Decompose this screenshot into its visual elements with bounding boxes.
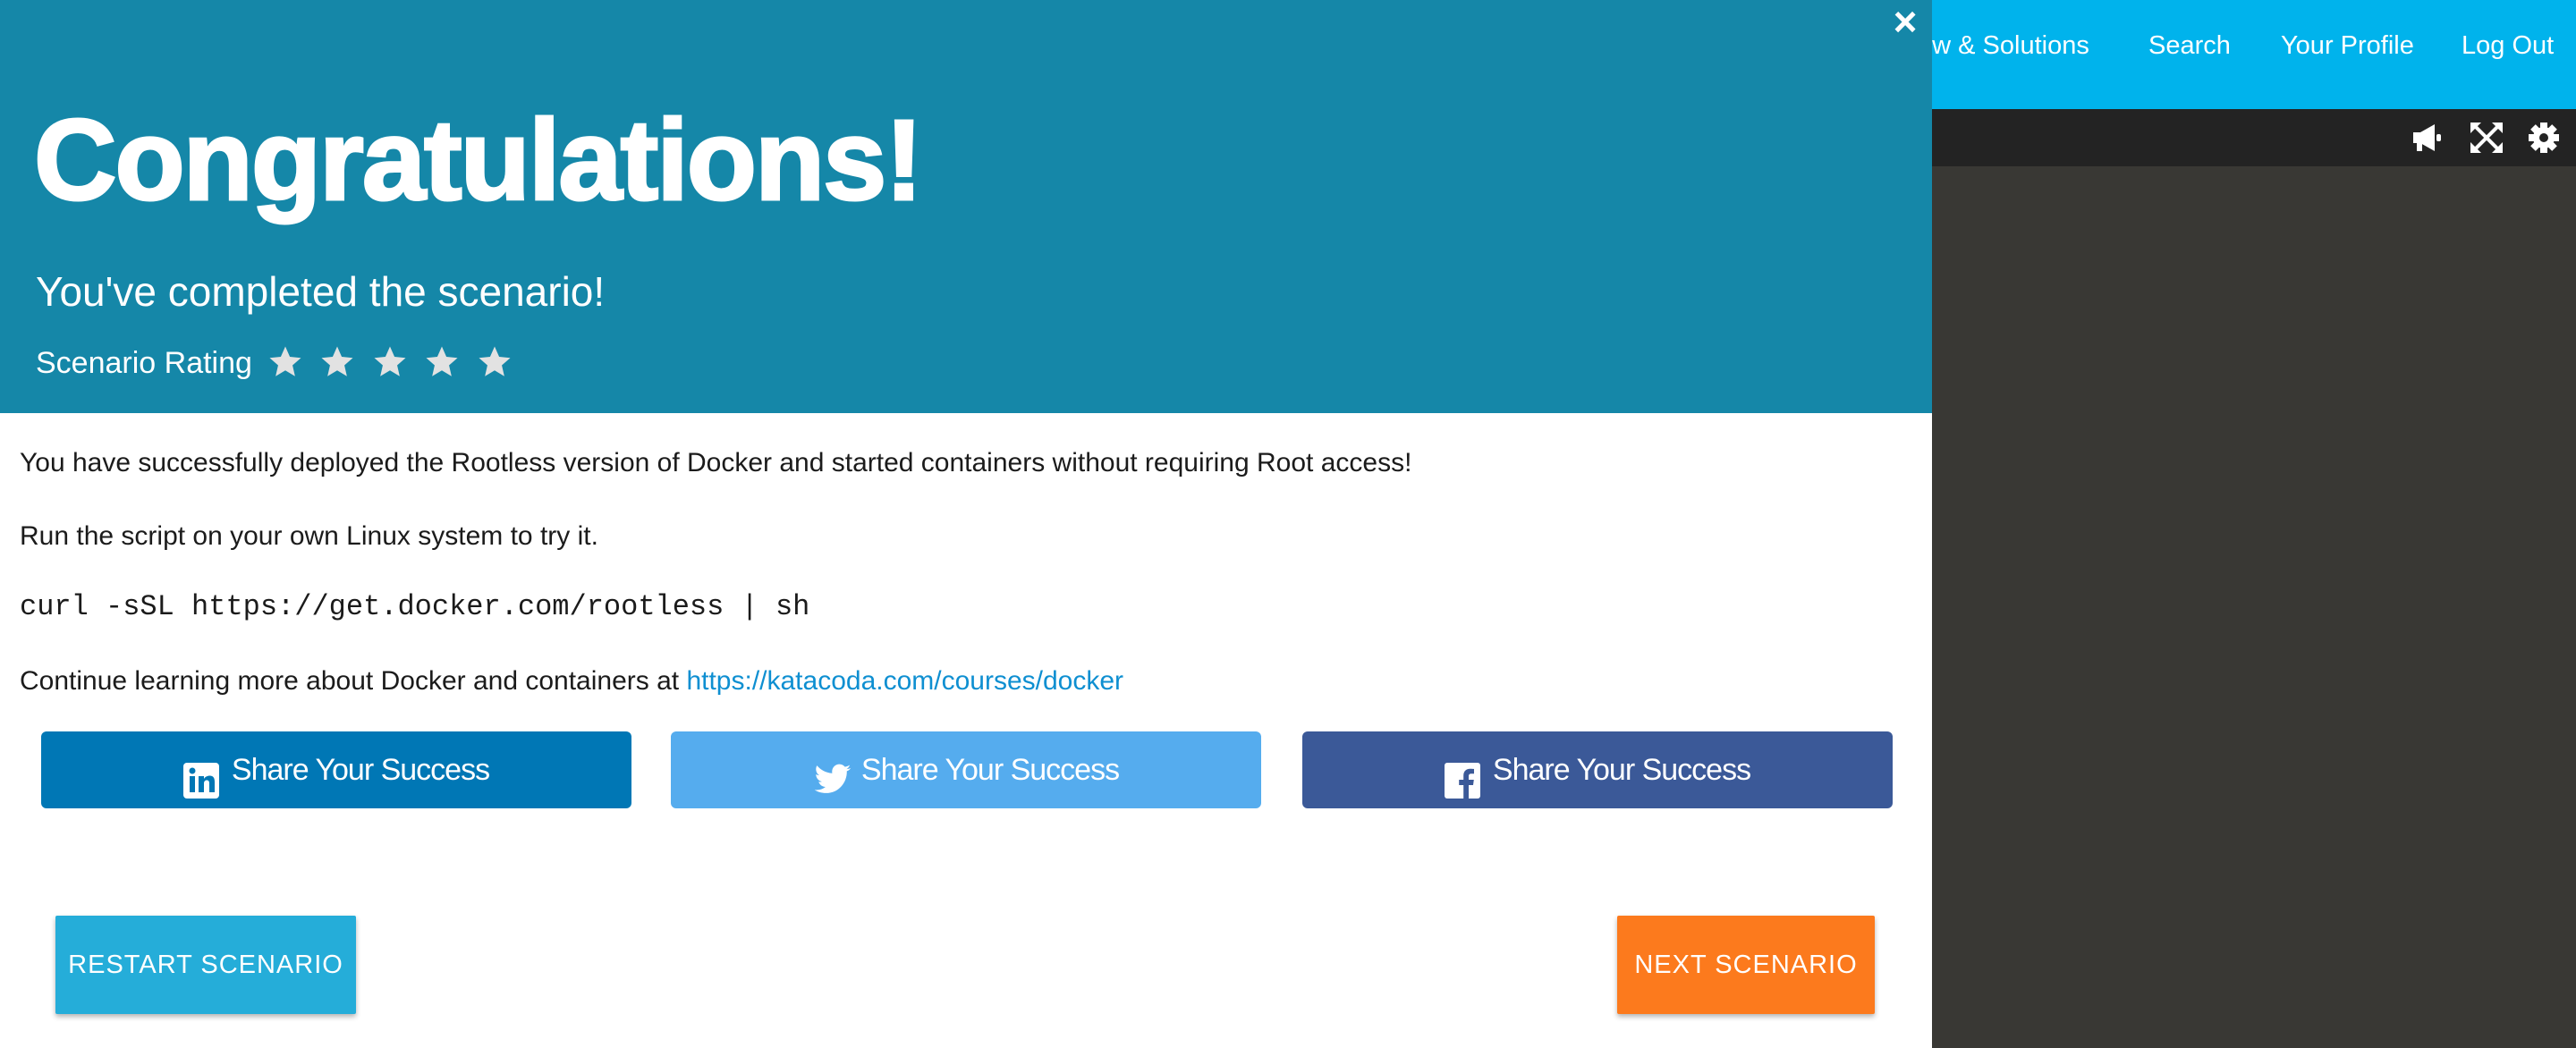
linkedin-icon <box>182 750 219 799</box>
restart-scenario-button[interactable]: RESTART SCENARIO <box>55 916 356 1014</box>
modal-subtitle: You've completed the scenario! <box>36 268 606 315</box>
share-linkedin-label: Share Your Success <box>231 753 490 787</box>
completion-modal: Congratulations! You've completed the sc… <box>0 0 1932 1048</box>
close-button[interactable]: × <box>1885 1 1925 42</box>
nav-item-search[interactable]: Search <box>2148 30 2231 61</box>
instruction-text: Run the script on your own Linux system … <box>20 521 598 551</box>
completion-message: You have successfully deployed the Rootl… <box>20 448 1412 478</box>
nav-item-log-out[interactable]: Log Out <box>2462 30 2554 61</box>
expand-icon[interactable] <box>2469 122 2504 154</box>
rating-label: Scenario Rating <box>36 346 252 380</box>
gear-icon[interactable] <box>2526 122 2562 154</box>
megaphone-icon[interactable] <box>2410 122 2445 154</box>
install-command: curl -sSL https://get.docker.com/rootles… <box>20 590 810 623</box>
nav-item-your-profile[interactable]: Your Profile <box>2281 30 2414 61</box>
share-facebook-label: Share Your Success <box>1492 753 1751 787</box>
modal-title: Congratulations! <box>33 97 925 224</box>
facebook-icon <box>1444 750 1480 799</box>
terminal-area[interactable] <box>1932 166 2576 1048</box>
star-icon[interactable] <box>476 343 513 381</box>
share-facebook-button[interactable]: Share Your Success <box>1302 731 1893 808</box>
scenario-rating <box>267 343 524 381</box>
docker-courses-link[interactable]: https://katacoda.com/courses/docker <box>686 666 1123 696</box>
star-icon[interactable] <box>318 343 356 381</box>
twitter-icon <box>813 750 852 793</box>
share-linkedin-button[interactable]: Share Your Success <box>41 731 631 808</box>
star-icon[interactable] <box>371 343 409 381</box>
next-scenario-button[interactable]: NEXT SCENARIO <box>1617 916 1875 1014</box>
top-navigation: ew & Solutions Search Your Profile Log O… <box>1918 0 2576 109</box>
continue-learning-text: Continue learning more about Docker and … <box>20 665 1123 697</box>
share-twitter-button[interactable]: Share Your Success <box>671 731 1261 808</box>
star-icon[interactable] <box>267 343 304 381</box>
star-icon[interactable] <box>423 343 461 381</box>
modal-header: Congratulations! You've completed the sc… <box>0 0 1932 413</box>
nav-item-overview-solutions[interactable]: ew & Solutions <box>1918 30 2089 61</box>
share-twitter-label: Share Your Success <box>860 753 1120 787</box>
terminal-toolbar <box>1932 109 2576 166</box>
continue-learning-prefix: Continue learning more about Docker and … <box>20 666 687 696</box>
